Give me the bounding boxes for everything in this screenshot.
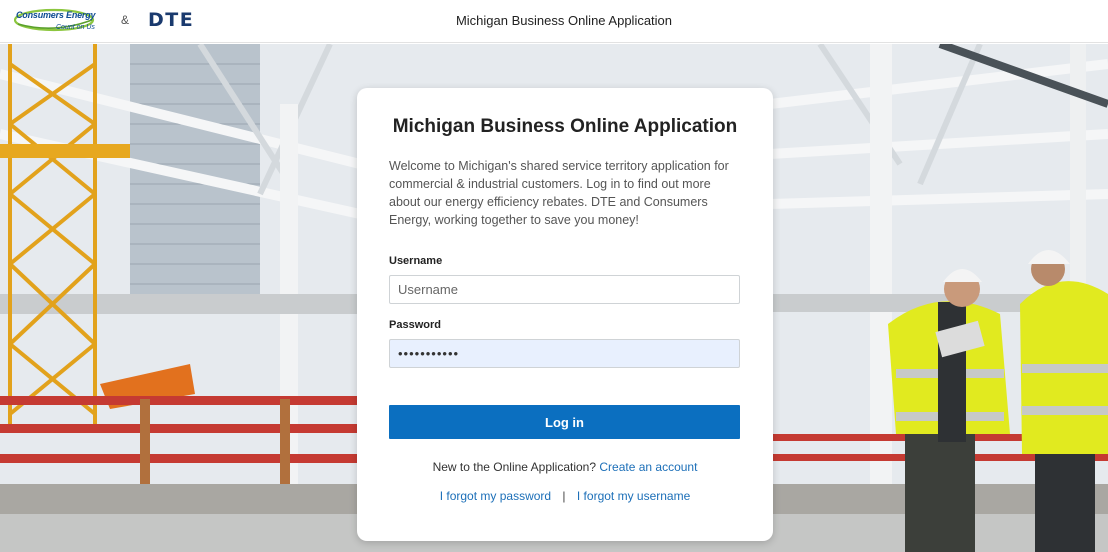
forgot-password-link[interactable]: I forgot my password [440,489,551,503]
welcome-description: Welcome to Michigan's shared service ter… [389,159,729,227]
forgot-username-link[interactable]: I forgot my username [577,489,690,503]
username-input[interactable] [389,275,740,304]
login-button[interactable]: Log in [389,405,740,439]
header-title: Michigan Business Online Application [455,13,673,28]
top-header: Consumers Energy Count on Us & DTE Michi… [0,0,1108,43]
password-input[interactable] [389,339,740,368]
new-user-text: New to the Online Application? [432,460,597,474]
login-title: Michigan Business Online Application [392,116,738,137]
login-card: Michigan Business Online Application Wel… [357,88,773,541]
create-account-link[interactable]: Create an account [599,460,697,474]
username-label: Username [389,255,443,267]
link-separator: | [562,489,566,503]
create-account-prompt: New to the Online Application? Create an… [357,460,773,474]
password-label: Password [389,319,441,331]
forgot-links: I forgot my password | I forgot my usern… [357,489,773,503]
